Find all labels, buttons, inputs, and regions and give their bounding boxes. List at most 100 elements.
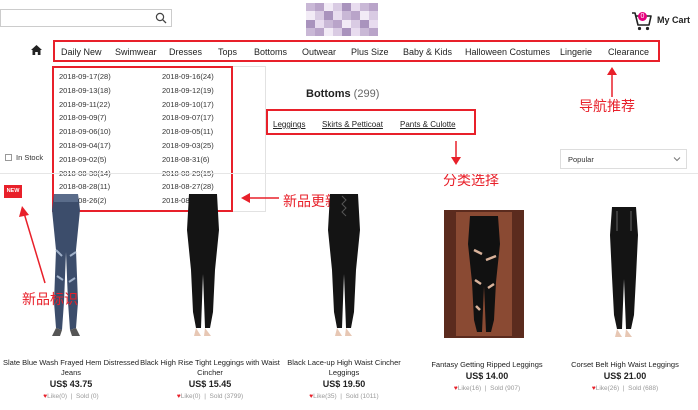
date-filter-item[interactable]: 2018-09-03(25) — [162, 141, 214, 150]
logo-tile — [333, 27, 342, 36]
nav-item-daily-new[interactable]: Daily New — [61, 47, 102, 57]
date-filter-item[interactable]: 2018-09-05(11) — [162, 127, 213, 136]
nav-item-lingerie[interactable]: Lingerie — [560, 47, 592, 57]
meta-separator: | — [200, 393, 210, 400]
product-name[interactable]: Black Lace-up High Waist Cincher Legging… — [274, 358, 414, 378]
product-price: US$ 14.00 — [465, 371, 509, 381]
product-price: US$ 15.45 — [188, 379, 232, 389]
new-badge: NEW — [4, 185, 22, 198]
product-name[interactable]: Black High Rise Tight Leggings with Wais… — [140, 358, 280, 378]
category-name: Bottoms — [306, 88, 351, 100]
nav-item-baby-kids[interactable]: Baby & Kids — [403, 47, 452, 57]
date-filter-item[interactable]: 2018-09-02(5) — [59, 155, 107, 164]
annotation-arrow-nav — [607, 67, 617, 97]
date-filter-item[interactable]: 2018-09-16(24) — [162, 72, 214, 81]
search-icon[interactable] — [155, 12, 167, 24]
product-name[interactable]: Fantasy Getting Ripped Leggings — [417, 360, 557, 370]
date-filter-item[interactable]: 2018-08-31(6) — [162, 155, 210, 164]
date-filter-item[interactable]: 2018-09-12(19) — [162, 86, 214, 95]
sold-count: Sold (0) — [75, 393, 99, 400]
in-stock-label: In Stock — [16, 153, 44, 162]
logo-tile — [360, 19, 369, 28]
date-filter-item[interactable]: 2018-09-07(17) — [162, 113, 214, 122]
nav-item-halloween[interactable]: Halloween Costumes — [465, 47, 550, 57]
date-filter-item[interactable]: 2018-09-11(22) — [59, 100, 110, 109]
product-meta: ♥Like(0) | Sold (0) — [1, 393, 141, 400]
logo-tile — [315, 3, 324, 12]
annotation-new-tag: 新品标识 — [22, 291, 78, 307]
logo-tile — [369, 11, 378, 20]
logo-tile — [324, 11, 333, 20]
meta-separator: | — [619, 385, 629, 392]
logo-tile — [333, 3, 342, 12]
logo-tile — [360, 11, 369, 20]
date-filter-item[interactable]: 2018-09-09(7) — [59, 113, 107, 122]
home-icon[interactable] — [31, 45, 42, 55]
product-price: US$ 21.00 — [603, 371, 647, 381]
date-filter-item[interactable]: 2018-09-13(18) — [59, 86, 111, 95]
subcategory-list: Leggings Skirts & Petticoat Pants & Culo… — [266, 109, 476, 135]
product-meta: ♥Like(35) | Sold (1011) — [274, 393, 414, 400]
sold-count: Sold (907) — [490, 385, 521, 392]
product-name[interactable]: Slate Blue Wash Frayed Hem Distressed Je… — [1, 358, 141, 378]
meta-separator: | — [336, 393, 346, 400]
like-count[interactable]: Like(26) — [596, 385, 619, 392]
subcategory-leggings[interactable]: Leggings — [273, 120, 305, 129]
meta-separator: | — [481, 385, 491, 392]
product-meta: ♥Like(16) | Sold (907) — [417, 385, 557, 392]
subcategory-pants[interactable]: Pants & Culotte — [400, 120, 456, 129]
logo-tile — [342, 11, 351, 20]
logo-tile — [360, 3, 369, 12]
logo-tile — [369, 3, 378, 12]
subcategory-skirts[interactable]: Skirts & Petticoat — [322, 120, 383, 129]
cart-link[interactable]: My Cart — [657, 15, 690, 25]
nav-item-plus-size[interactable]: Plus Size — [351, 47, 389, 57]
logo-tile — [306, 19, 315, 28]
logo-tile — [342, 3, 351, 12]
logo-tile — [342, 19, 351, 28]
logo-tile — [315, 11, 324, 20]
logo-tile — [306, 27, 315, 36]
annotation-arrow-dates — [241, 193, 279, 203]
product-price: US$ 43.75 — [49, 379, 93, 389]
product-meta: ♥Like(0) | Sold (3799) — [140, 393, 280, 400]
page-title: Bottoms (299) — [306, 88, 379, 100]
nav-item-outwear[interactable]: Outwear — [302, 47, 336, 57]
nav-item-dresses[interactable]: Dresses — [169, 47, 202, 57]
logo-tile — [306, 11, 315, 20]
date-filter-item[interactable]: 2018-09-17(28) — [59, 72, 111, 81]
product-image-5[interactable] — [584, 205, 664, 338]
logo[interactable] — [306, 3, 378, 36]
logo-tile — [360, 27, 369, 36]
like-count[interactable]: Like(0) — [47, 393, 67, 400]
nav-item-bottoms[interactable]: Bottoms — [254, 47, 287, 57]
main-nav: Daily New Swimwear Dresses Tops Bottoms … — [53, 40, 660, 62]
nav-item-swimwear[interactable]: Swimwear — [115, 47, 157, 57]
in-stock-checkbox[interactable] — [5, 154, 12, 161]
product-image-1[interactable] — [26, 190, 106, 338]
annotation-arrow-category — [451, 141, 461, 165]
product-image-4[interactable] — [444, 210, 524, 338]
logo-tile — [351, 11, 360, 20]
logo-tile — [342, 27, 351, 36]
sort-value: Popular — [568, 155, 594, 164]
nav-item-tops[interactable]: Tops — [218, 47, 237, 57]
logo-tile — [315, 27, 324, 36]
logo-tile — [324, 3, 333, 12]
date-filter-item[interactable]: 2018-09-04(17) — [59, 141, 111, 150]
product-image-3[interactable] — [304, 190, 384, 338]
date-filter-item[interactable]: 2018-09-10(17) — [162, 100, 214, 109]
like-count[interactable]: Like(35) — [313, 393, 336, 400]
product-name[interactable]: Corset Belt High Waist Leggings — [555, 360, 695, 370]
sold-count: Sold (3799) — [209, 393, 244, 400]
product-image-2[interactable] — [163, 190, 243, 338]
search-input[interactable] — [0, 9, 172, 27]
annotation-nav: 导航推荐 — [579, 98, 635, 114]
like-count[interactable]: Like(0) — [181, 393, 201, 400]
date-filter-item[interactable]: 2018-09-06(10) — [59, 127, 111, 136]
sold-count: Sold (688) — [628, 385, 659, 392]
logo-tile — [324, 27, 333, 36]
like-count[interactable]: Like(16) — [458, 385, 481, 392]
logo-tile — [333, 11, 342, 20]
nav-item-clearance[interactable]: Clearance — [608, 47, 649, 57]
